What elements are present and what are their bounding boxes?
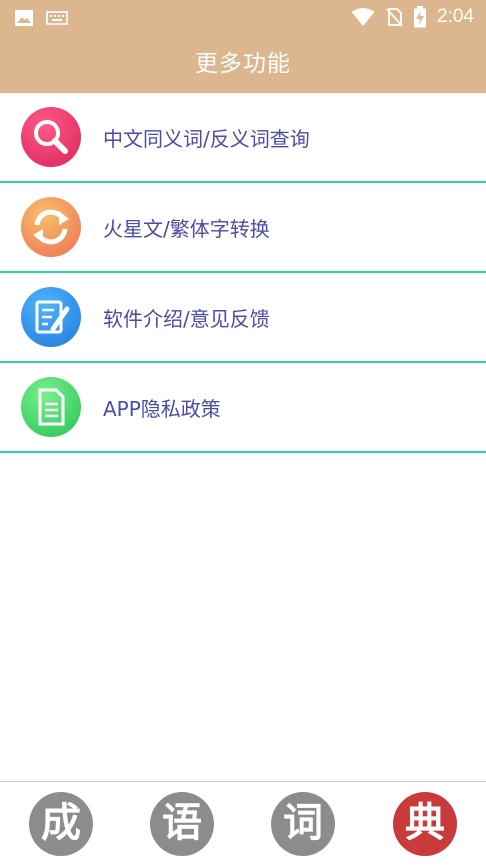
- bottom-nav: 成 语 词 典: [0, 781, 486, 865]
- status-bar: 2:04: [0, 0, 486, 34]
- battery-charging-icon: [414, 6, 427, 28]
- menu-item-synonym-search[interactable]: 中文同义词/反义词查询: [0, 93, 486, 183]
- convert-icon: [21, 197, 81, 257]
- image-icon: [15, 10, 33, 26]
- keyboard-icon: [46, 11, 68, 25]
- document-icon: [21, 377, 81, 437]
- tab-yu[interactable]: 语: [150, 792, 214, 856]
- status-time: 2:04: [437, 6, 474, 27]
- tab-dian[interactable]: 典: [393, 792, 457, 856]
- menu-item-privacy-policy[interactable]: APP隐私政策: [0, 363, 486, 453]
- menu-item-text-convert[interactable]: 火星文/繁体字转换: [0, 183, 486, 273]
- edit-note-icon: [21, 287, 81, 347]
- tab-cheng[interactable]: 成: [29, 792, 93, 856]
- menu-item-label: 中文同义词/反义词查询: [103, 127, 310, 151]
- search-icon: [21, 107, 81, 167]
- wifi-icon: [351, 8, 375, 26]
- menu-item-label: 软件介绍/意见反馈: [103, 307, 270, 331]
- menu-item-label: 火星文/繁体字转换: [103, 217, 270, 241]
- app-header: 2:04 更多功能: [0, 0, 486, 93]
- no-sim-icon: [386, 8, 403, 27]
- menu-list: 中文同义词/反义词查询 火星文/繁体字转换 软件介绍/意见反馈 APP隐私政策: [0, 93, 486, 453]
- tab-ci[interactable]: 词: [271, 792, 335, 856]
- menu-item-label: APP隐私政策: [103, 397, 221, 421]
- menu-item-about-feedback[interactable]: 软件介绍/意见反馈: [0, 273, 486, 363]
- page-title: 更多功能: [195, 51, 291, 77]
